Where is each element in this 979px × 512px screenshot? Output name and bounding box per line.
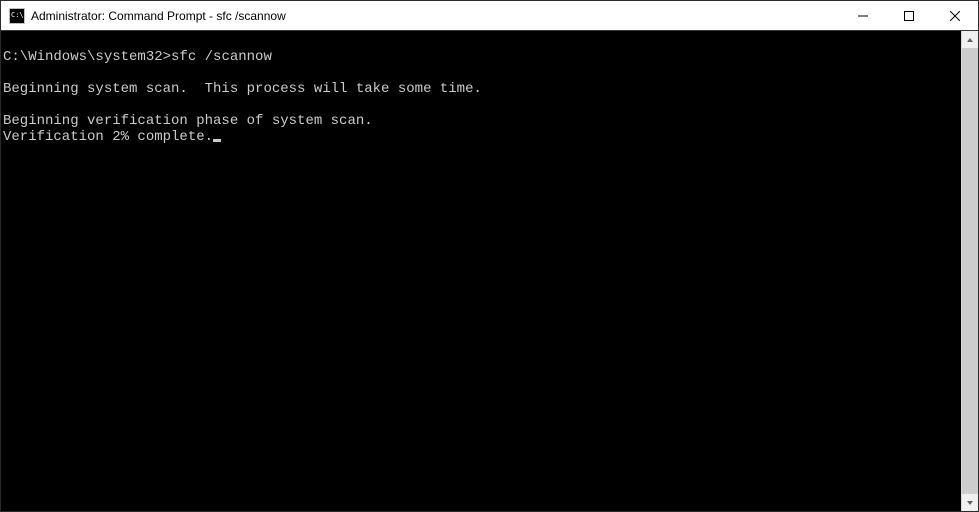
terminal-output[interactable]: C:\Windows\system32>sfc /scannow Beginnin… [1,31,961,511]
blank-line [3,97,961,113]
blank-line [3,65,961,81]
window-title: Administrator: Command Prompt - sfc /sca… [31,9,286,23]
cursor [213,139,221,142]
prompt-line: C:\Windows\system32>sfc /scannow [3,49,961,65]
titlebar[interactable]: C:\ Administrator: Command Prompt - sfc … [1,1,978,31]
cmd-icon: C:\ [9,8,25,24]
progress-line: Verification 2% complete. [3,129,213,145]
prompt: C:\Windows\system32> [3,49,171,65]
client-area: C:\Windows\system32>sfc /scannow Beginnin… [1,31,978,511]
output-line: Beginning verification phase of system s… [3,113,961,129]
window-frame: C:\ Administrator: Command Prompt - sfc … [0,0,979,512]
output-line: Beginning system scan. This process will… [3,81,961,97]
svg-text:C:\: C:\ [11,11,24,19]
scroll-track[interactable] [962,48,978,494]
maximize-button[interactable] [886,1,932,31]
vertical-scrollbar[interactable] [961,31,978,511]
close-button[interactable] [932,1,978,31]
blank-line [3,33,961,49]
scroll-thumb[interactable] [962,48,978,494]
output-line: Verification 2% complete. [3,129,961,145]
minimize-button[interactable] [840,1,886,31]
scroll-down-button[interactable] [962,494,978,511]
scroll-up-button[interactable] [962,31,978,48]
command: sfc /scannow [171,49,272,65]
